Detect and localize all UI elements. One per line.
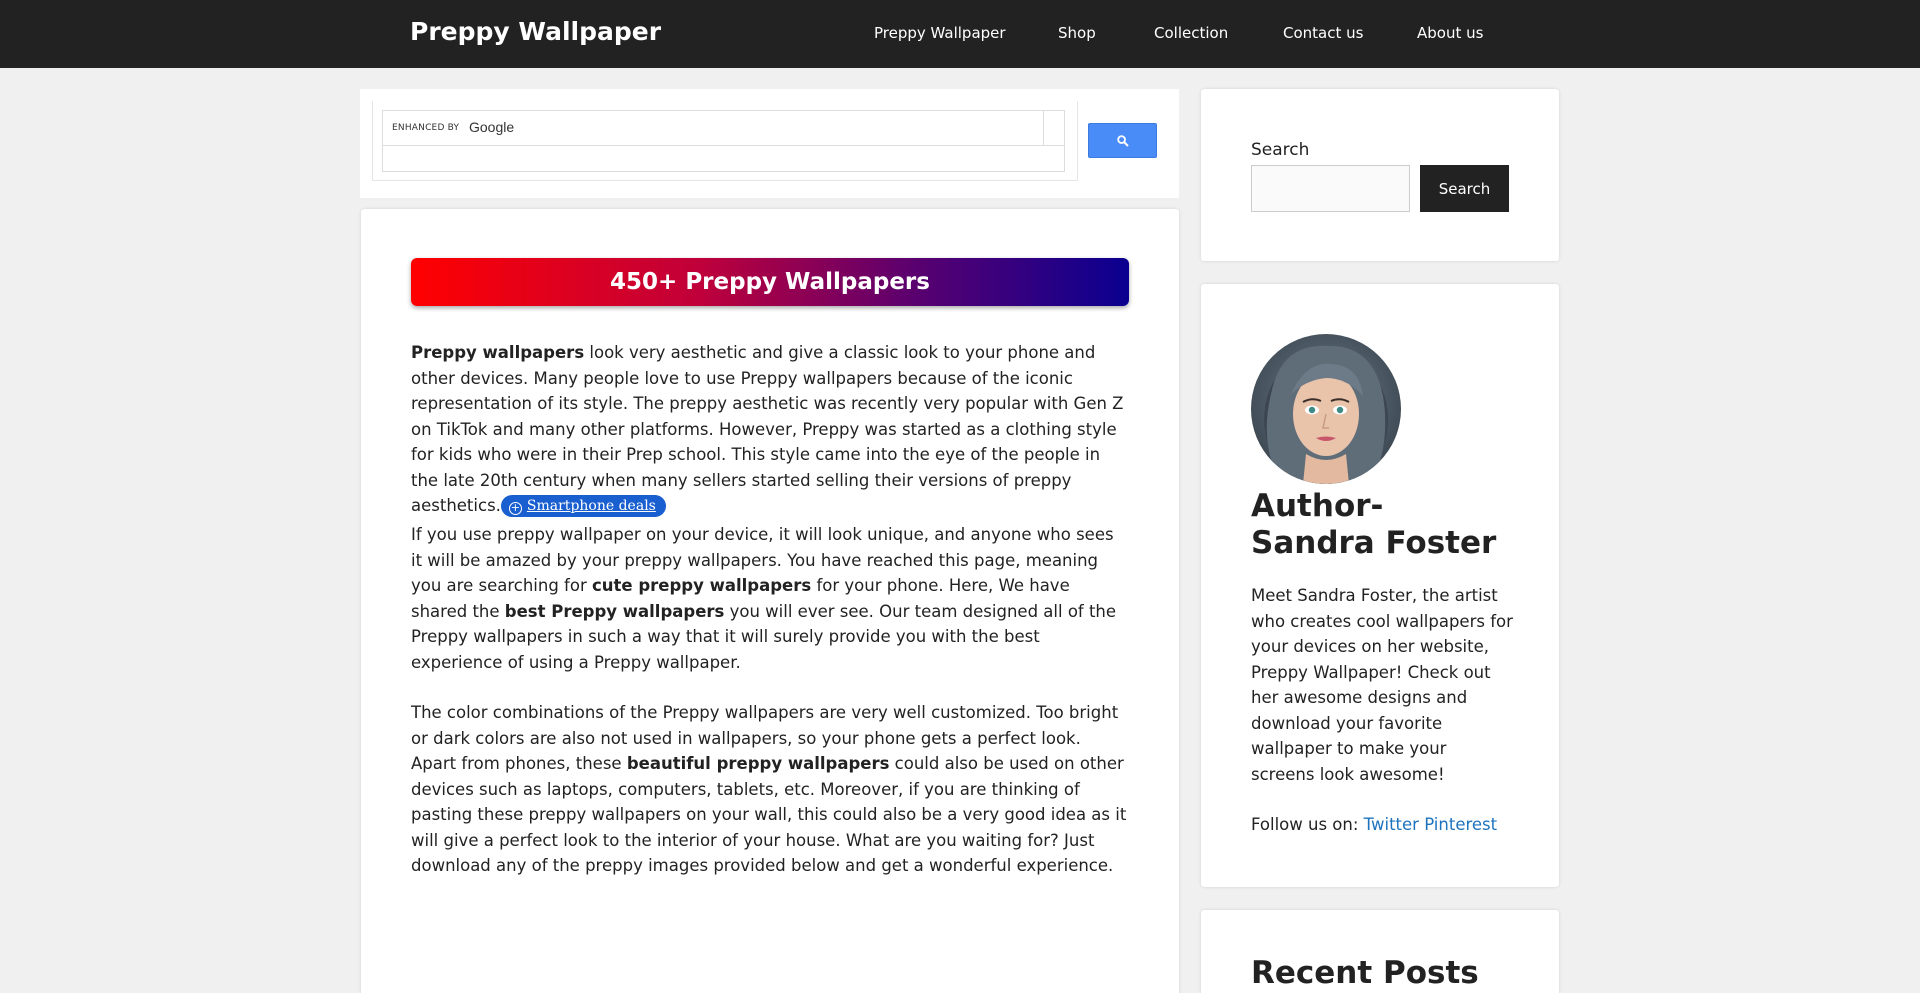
pinterest-link[interactable]: Pinterest (1424, 815, 1497, 834)
search-icon (1117, 135, 1129, 147)
sidebar-search-button[interactable]: Search (1420, 165, 1509, 212)
site-title-link[interactable]: Preppy Wallpaper (410, 17, 661, 46)
article-paragraph-1: Preppy wallpapers look very aesthetic an… (411, 340, 1129, 519)
site-header: Preppy Wallpaper Preppy Wallpaper Shop C… (0, 0, 1920, 68)
author-title: Author- Sandra Foster (1251, 488, 1497, 561)
p1-bold-lead: Preppy wallpapers (411, 343, 585, 362)
author-portrait-icon (1264, 345, 1388, 484)
enhanced-by-label: ENHANCED BY (392, 123, 460, 133)
article-banner-title: 450+ Preppy Wallpapers (411, 258, 1129, 306)
plus-circle-icon: + (508, 501, 522, 515)
sidebar-search-label: Search (1251, 140, 1310, 160)
smartphone-deals-button[interactable]: + Smartphone deals (500, 495, 666, 517)
google-search-input-row[interactable]: ENHANCED BY Google (383, 111, 1064, 146)
article-paragraph-3: The color combinations of the Preppy wal… (411, 700, 1129, 879)
google-search-clear[interactable] (1043, 111, 1064, 146)
p2-bold-best: best Preppy wallpapers (504, 601, 725, 621)
google-search-input[interactable]: ENHANCED BY Google (382, 110, 1065, 172)
google-search-button[interactable] (1088, 123, 1157, 158)
p2-bold-cute: cute preppy wallpapers (592, 576, 812, 595)
p3-bold-beautiful: beautiful preppy wallpapers (626, 754, 890, 773)
sidebar-search-input[interactable] (1251, 165, 1410, 212)
nav-item-shop[interactable]: Shop (1058, 24, 1096, 42)
p1-text: look very aesthetic and give a classic l… (411, 343, 1124, 515)
follow-us-label: Follow us on: (1251, 815, 1364, 834)
nav-item-about-us[interactable]: About us (1417, 24, 1483, 42)
smartphone-deals-label: Smartphone deals (526, 498, 656, 514)
author-bio: Meet Sandra Foster, the artist who creat… (1251, 586, 1513, 784)
google-search-divider (1077, 101, 1078, 181)
follow-us-line: Follow us on: Twitter Pinterest (1251, 812, 1513, 837)
author-avatar (1251, 334, 1401, 484)
nav-item-contact-us[interactable]: Contact us (1283, 24, 1363, 42)
article-paragraph-2: If you use preppy wallpaper on your devi… (411, 522, 1129, 675)
recent-posts-title: Recent Posts (1251, 955, 1479, 991)
nav-item-preppy-wallpaper[interactable]: Preppy Wallpaper (874, 24, 1006, 42)
nav-item-collection[interactable]: Collection (1154, 24, 1228, 42)
twitter-link[interactable]: Twitter (1364, 815, 1419, 834)
google-logo: Google (469, 119, 515, 135)
